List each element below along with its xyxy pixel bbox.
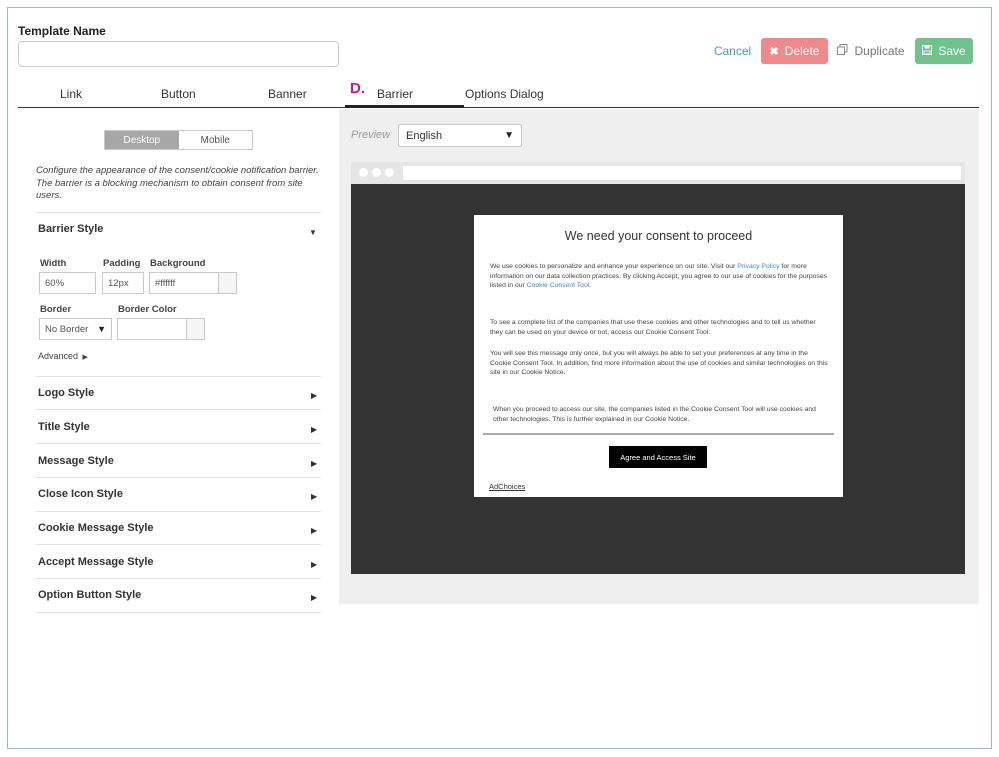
device-toggle: Desktop Mobile	[104, 130, 253, 150]
tab-barrier[interactable]: Barrier	[377, 87, 413, 101]
tab-button[interactable]: Button	[161, 87, 196, 101]
consent-text: .	[589, 282, 592, 289]
barrier-description: Configure the appearance of the consent/…	[36, 165, 319, 201]
divider	[36, 212, 321, 213]
caret-right-icon[interactable]: ▶	[311, 526, 317, 535]
duplicate-button-label: Duplicate	[854, 44, 905, 58]
divider	[36, 443, 321, 444]
background-input[interactable]: #ffffff	[149, 272, 219, 294]
step-marker: D.	[350, 80, 365, 97]
width-label: Width	[40, 258, 67, 269]
consent-divider	[483, 433, 834, 435]
tab-bar: Link Button Banner Barrier Options Dialo…	[18, 80, 979, 108]
consent-paragraph-1: We use cookies to personalize and enhanc…	[490, 262, 828, 291]
border-label: Border	[40, 304, 72, 315]
border-color-label: Border Color	[118, 304, 177, 315]
logo-style-header[interactable]: Logo Style	[38, 387, 94, 399]
title-style-header[interactable]: Title Style	[38, 421, 90, 433]
desktop-toggle-button[interactable]: Desktop	[105, 131, 179, 149]
tab-link[interactable]: Link	[60, 87, 82, 101]
consent-text: We use cookies to personalize and enhanc…	[490, 263, 738, 270]
privacy-policy-link[interactable]: Privacy Policy	[737, 263, 779, 270]
consent-title: We need your consent to proceed	[564, 229, 753, 243]
template-name-input[interactable]	[18, 41, 339, 67]
divider	[36, 612, 321, 613]
caret-right-icon[interactable]: ▶	[311, 593, 317, 602]
background-label: Background	[150, 258, 206, 269]
delete-button-label: Delete	[784, 44, 820, 58]
tab-banner[interactable]: Banner	[268, 87, 307, 101]
advanced-toggle[interactable]: Advanced ▶	[38, 351, 88, 361]
caret-right-icon[interactable]: ▶	[311, 560, 317, 569]
triangle-down-icon: ▼	[504, 130, 514, 141]
border-color-input[interactable]	[117, 318, 187, 340]
accept-message-style-header[interactable]: Accept Message Style	[38, 556, 154, 568]
background-color-swatch[interactable]	[218, 272, 237, 294]
divider	[36, 544, 321, 545]
tab-options-dialog[interactable]: Options Dialog	[465, 87, 544, 101]
consent-paragraph-2: To see a complete list of the companies …	[490, 319, 816, 336]
border-color-swatch[interactable]	[186, 318, 205, 340]
caret-right-icon[interactable]: ▶	[311, 391, 317, 400]
browser-url-bar	[403, 166, 961, 180]
cancel-button[interactable]: Cancel	[705, 38, 760, 64]
triangle-down-icon: ▼	[97, 324, 106, 334]
padding-label: Padding	[103, 258, 141, 269]
width-input[interactable]: 60%	[39, 272, 96, 294]
browser-dot-icon	[385, 168, 394, 177]
cancel-button-label: Cancel	[713, 44, 752, 58]
option-button-style-header[interactable]: Option Button Style	[38, 589, 141, 601]
advanced-label: Advanced	[38, 351, 79, 361]
agree-and-access-button[interactable]: Agree and Access Site	[609, 446, 707, 468]
consent-paragraph-3: You will see this message only once, but…	[490, 350, 828, 376]
barrier-style-header[interactable]: Barrier Style	[38, 223, 103, 235]
x-icon: ✖	[769, 45, 779, 58]
caret-right-icon[interactable]: ▶	[311, 459, 317, 468]
copy-icon	[837, 44, 848, 58]
caret-down-icon[interactable]: ▼	[309, 228, 317, 237]
adchoices-link[interactable]: AdChoices	[489, 482, 525, 491]
mobile-toggle-button[interactable]: Mobile	[179, 131, 253, 149]
caret-right-icon: ▶	[82, 354, 88, 361]
language-select-value: English	[406, 129, 443, 142]
duplicate-button[interactable]: Duplicate	[832, 38, 910, 64]
preview-label: Preview	[351, 129, 391, 141]
browser-dot-icon	[359, 168, 368, 177]
divider	[36, 409, 321, 410]
template-name-label: Template Name	[18, 24, 106, 38]
caret-right-icon[interactable]: ▶	[311, 492, 317, 501]
save-button[interactable]: Save	[915, 38, 973, 64]
caret-right-icon[interactable]: ▶	[311, 425, 317, 434]
divider	[36, 376, 321, 377]
floppy-disk-icon	[922, 44, 933, 58]
language-select[interactable]: English ▼	[398, 124, 522, 147]
consent-paragraph-4: When you proceed to access our site, the…	[493, 406, 816, 423]
cookie-message-style-header[interactable]: Cookie Message Style	[38, 522, 154, 534]
padding-input[interactable]: 12px	[102, 272, 144, 294]
divider	[36, 578, 321, 579]
divider	[36, 511, 321, 512]
message-style-header[interactable]: Message Style	[38, 455, 114, 467]
browser-dot-icon	[372, 168, 381, 177]
save-button-label: Save	[938, 44, 966, 58]
close-icon-style-header[interactable]: Close Icon Style	[38, 488, 123, 500]
cookie-consent-tool-link[interactable]: Cookie Consent Tool	[527, 282, 590, 289]
border-select[interactable]: No Border ▼	[39, 318, 112, 340]
border-select-value: No Border	[45, 323, 89, 335]
delete-button[interactable]: ✖ Delete	[761, 38, 828, 64]
divider	[36, 477, 321, 478]
